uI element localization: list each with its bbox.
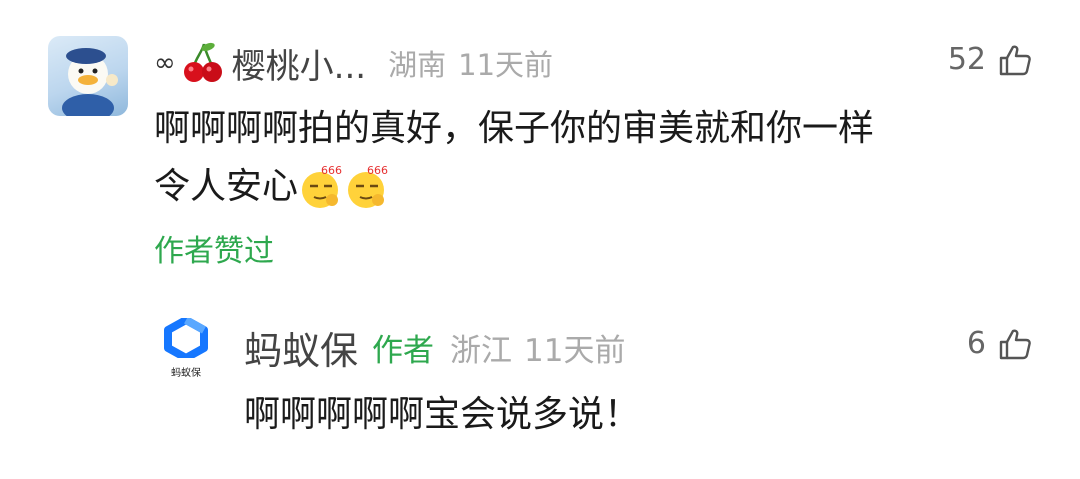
comment-text-line2-row: 令人安心 666 666: [154, 160, 390, 214]
comment-like-count: 52: [947, 42, 986, 77]
comment-time: 11天前: [458, 48, 554, 82]
author-liked-badge: 作者赞过: [154, 234, 274, 269]
reply-like-count: 6: [966, 326, 986, 361]
infinity-icon: ∞: [154, 48, 176, 78]
reply-time: 11天前: [524, 333, 626, 369]
reply-like-button[interactable]: 6: [967, 326, 1032, 361]
reply-text: 啊啊啊啊啊宝会说多说！: [244, 394, 641, 435]
thumbs-up-icon: [999, 329, 1031, 359]
comment-location: 湖南: [388, 48, 447, 82]
666-emoji-icon: 666: [344, 164, 390, 210]
comment-text-line1: 啊啊啊啊拍的真好，保子你的审美就和你一样: [154, 108, 875, 149]
commenter-username[interactable]: 樱桃小...: [232, 39, 366, 88]
reply-avatar-label: 蚂蚁保: [171, 368, 201, 379]
reply-username[interactable]: 蚂蚁保: [244, 320, 358, 375]
666-emoji-icon: 666: [298, 164, 344, 210]
reply-avatar[interactable]: 蚂蚁保: [160, 316, 212, 382]
cherry-icon: [180, 40, 226, 86]
commenter-avatar[interactable]: [48, 36, 128, 116]
svg-text:666: 666: [321, 164, 342, 177]
commenter-name-row[interactable]: ∞ 樱桃小... 湖南 11天前: [154, 39, 554, 88]
reply-location: 浙江: [450, 333, 513, 369]
comment-like-button[interactable]: 52: [948, 42, 1032, 77]
svg-text:666: 666: [367, 164, 388, 177]
author-tag: 作者: [372, 333, 435, 369]
thumbs-up-icon: [999, 45, 1031, 75]
comment-text-line2: 令人安心: [154, 166, 299, 207]
reply-name-row: 蚂蚁保 作者 浙江 11天前: [244, 320, 625, 375]
